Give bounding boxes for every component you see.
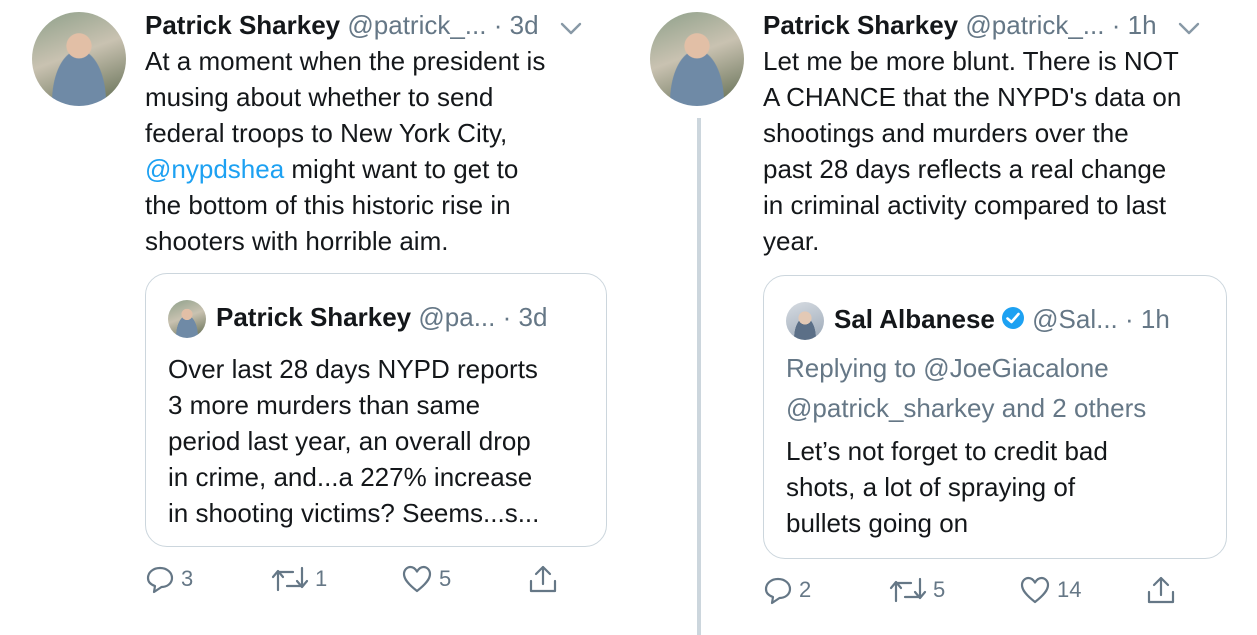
tweet-header: Patrick Sharkey @patrick_... · 3d: [145, 8, 618, 42]
quoted-tweet[interactable]: Sal Albanese @Sal... · 1h Replying to @J…: [763, 275, 1227, 559]
reply-icon: [145, 564, 175, 594]
chevron-down-icon[interactable]: [560, 10, 582, 44]
like-icon: [401, 564, 433, 594]
quoted-author-handle: @Sal...: [1032, 304, 1118, 334]
quoted-tweet[interactable]: Patrick Sharkey @pa... · 3d Over last 28…: [145, 273, 607, 547]
share-button[interactable]: [527, 561, 559, 597]
tweet-text: At a moment when the president is musing…: [145, 43, 545, 259]
reply-button[interactable]: 2: [763, 572, 811, 608]
reply-button[interactable]: 3: [145, 561, 193, 597]
avatar: [786, 302, 824, 341]
avatar: [168, 300, 206, 339]
avatar[interactable]: [650, 12, 744, 106]
tweet-header: Patrick Sharkey @patrick_... · 1h: [763, 8, 1257, 42]
author-name[interactable]: Patrick Sharkey: [763, 10, 958, 40]
reply-count: 3: [181, 566, 194, 591]
retweet-button[interactable]: 5: [889, 572, 945, 608]
reply-count: 2: [799, 577, 812, 602]
retweet-icon: [889, 575, 927, 605]
retweet-count: 5: [933, 577, 946, 602]
like-icon: [1019, 575, 1051, 605]
quoted-author-handle: @pa...: [418, 302, 496, 332]
verified-icon: [1001, 304, 1025, 338]
separator-dot: ·: [1111, 10, 1121, 40]
tweet-text-start: At a moment when the president is musing…: [145, 46, 546, 148]
separator-dot: ·: [502, 302, 512, 332]
share-icon: [527, 563, 559, 595]
like-count: 14: [1057, 577, 1082, 602]
like-button[interactable]: 14: [1019, 572, 1081, 608]
retweet-icon: [271, 564, 309, 594]
quoted-tweet-text: Let’s not forget to credit bad shots, a …: [786, 436, 1108, 538]
tweet-1[interactable]: Patrick Sharkey @patrick_... · 3d At a m…: [0, 0, 618, 635]
timestamp[interactable]: 1h: [1128, 10, 1157, 40]
action-bar: 2 5 14: [763, 572, 1183, 608]
like-button[interactable]: 5: [401, 561, 451, 597]
thread-connector-line: [697, 118, 701, 635]
quoted-author-name: Patrick Sharkey: [216, 302, 412, 332]
author-handle[interactable]: @patrick_...: [347, 10, 486, 40]
replying-to-text: Replying to @JoeGiacalone @patrick_shark…: [786, 353, 1147, 423]
reply-icon: [763, 575, 793, 605]
timestamp[interactable]: 3d: [510, 10, 539, 40]
separator-dot: ·: [1125, 304, 1134, 334]
tweet-text: Let me be more blunt. There is NOT A CHA…: [763, 46, 1182, 256]
quoted-tweet-text: Over last 28 days NYPD reports 3 more mu…: [168, 354, 540, 528]
retweet-button[interactable]: 1: [271, 561, 327, 597]
author-handle[interactable]: @patrick_...: [965, 10, 1104, 40]
separator-dot: ·: [493, 10, 503, 40]
quoted-tweet-header: Sal Albanese @Sal... · 1h: [786, 302, 1170, 341]
share-icon: [1145, 574, 1177, 606]
quoted-timestamp: 3d: [518, 302, 548, 332]
like-count: 5: [439, 566, 452, 591]
chevron-down-icon[interactable]: [1178, 10, 1200, 44]
author-name[interactable]: Patrick Sharkey: [145, 10, 340, 40]
quoted-author-name: Sal Albanese: [834, 304, 995, 334]
share-button[interactable]: [1145, 572, 1177, 608]
avatar[interactable]: [32, 12, 126, 106]
mention-link[interactable]: @nypdshea: [145, 154, 284, 184]
quoted-tweet-header: Patrick Sharkey @pa... · 3d: [168, 300, 548, 339]
quoted-timestamp: 1h: [1140, 304, 1170, 334]
retweet-count: 1: [315, 566, 328, 591]
action-bar: 3 1 5: [145, 561, 565, 597]
tweet-2[interactable]: Patrick Sharkey @patrick_... · 1h Let me…: [618, 0, 1257, 635]
